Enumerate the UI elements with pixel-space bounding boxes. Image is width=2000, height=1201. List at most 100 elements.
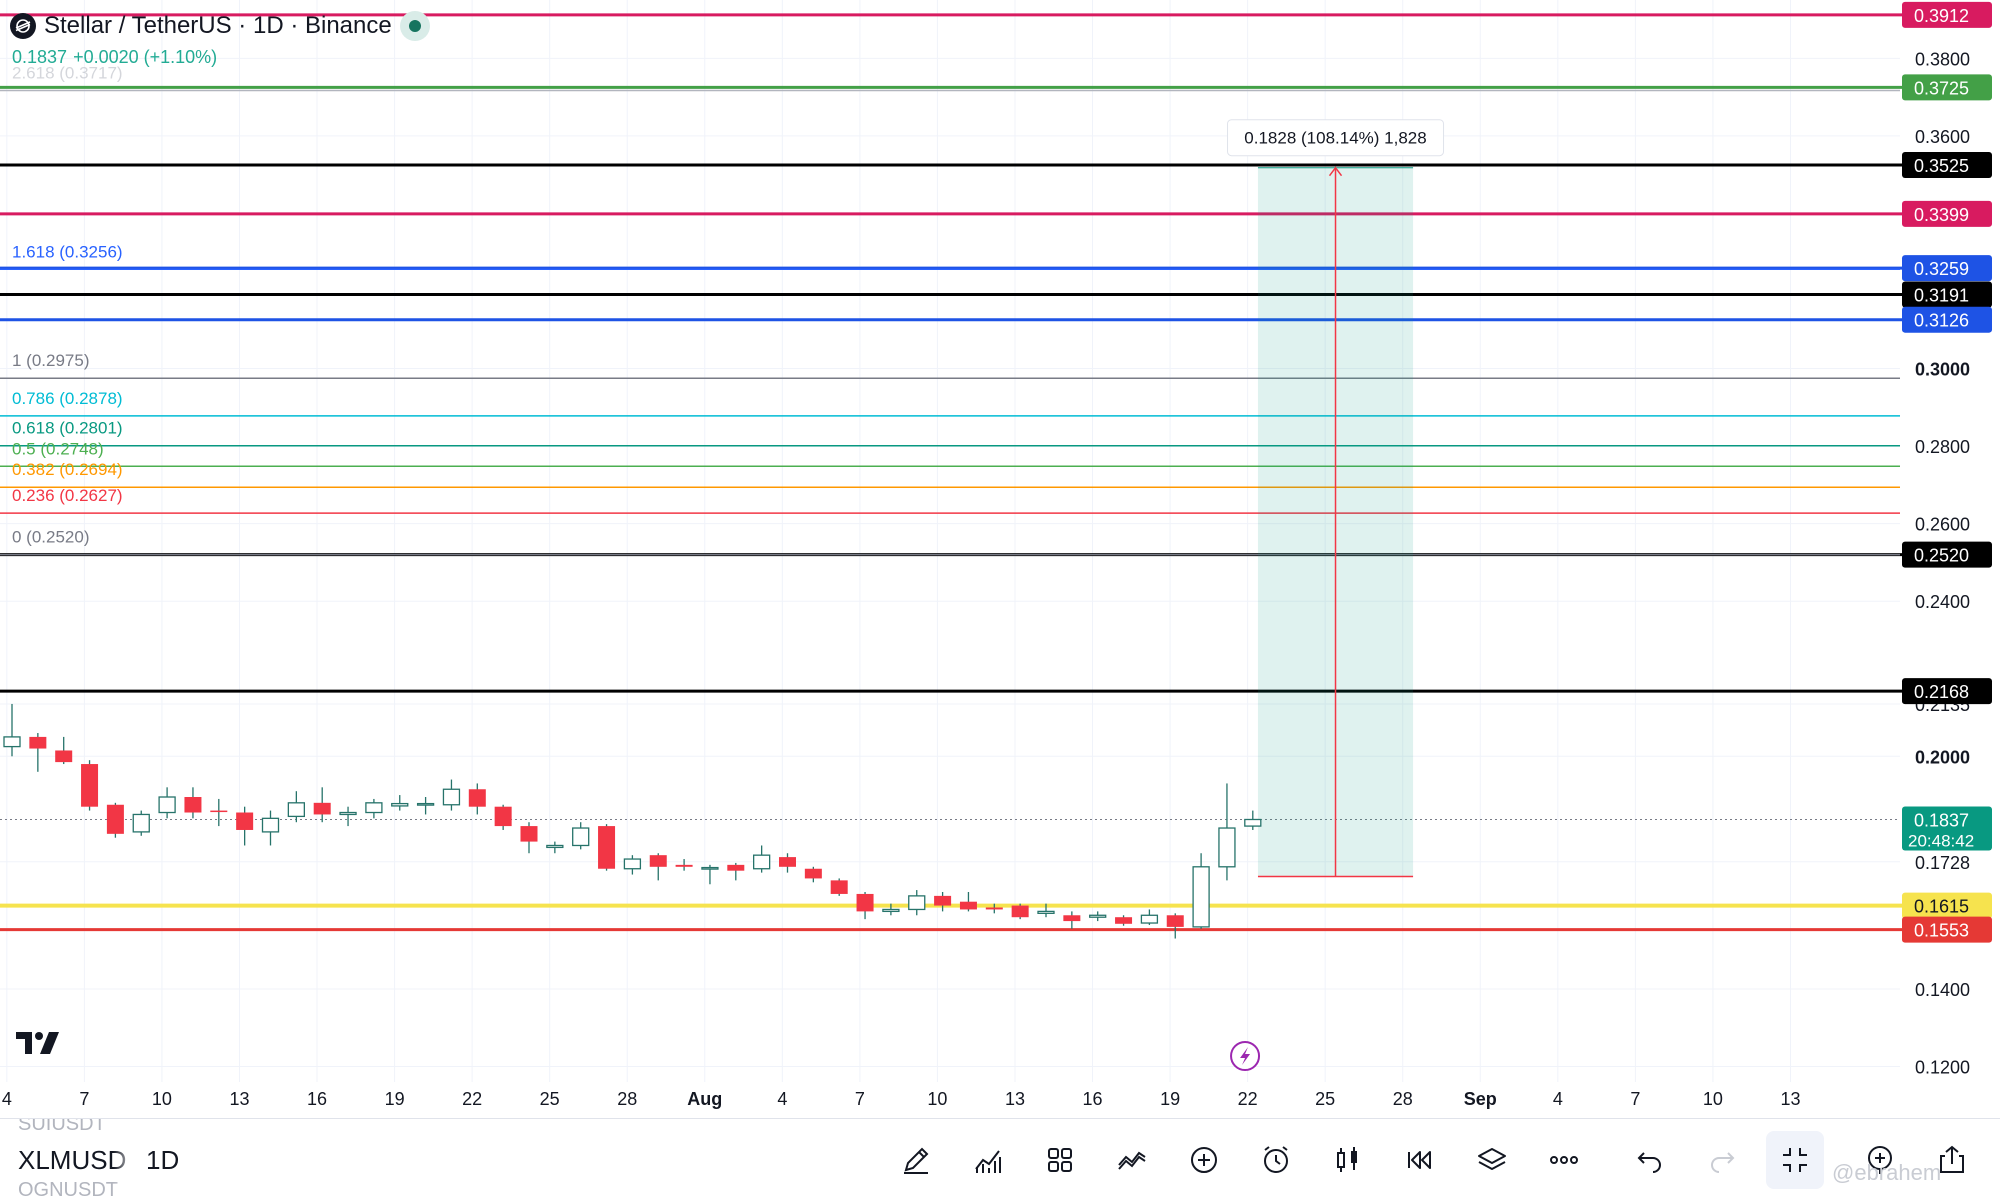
time-tick-label[interactable]: 4 xyxy=(777,1089,787,1109)
time-axis[interactable]: 4 7 10 13 16 19 22 25 28 Aug 4 7 10 13 16 19 22 25 28 Sep 4 7… xyxy=(2,1089,1801,1109)
candle-body xyxy=(29,736,47,749)
candle-body xyxy=(391,802,409,807)
time-tick-label[interactable]: 28 xyxy=(617,1089,637,1109)
candle-body xyxy=(1218,827,1236,868)
price-tick-label[interactable]: 0.1200 xyxy=(1915,1057,1970,1077)
time-tick-label[interactable]: 10 xyxy=(1703,1089,1723,1109)
time-tick-label[interactable]: 16 xyxy=(307,1089,327,1109)
candle-body xyxy=(313,802,331,815)
grid xyxy=(0,0,1900,1082)
price-tick-label[interactable]: 0.2800 xyxy=(1915,437,1970,457)
candle-down xyxy=(727,862,745,881)
time-tick-label[interactable]: 7 xyxy=(79,1089,89,1109)
symbol-previous[interactable]: SUIUSDT xyxy=(18,1119,106,1136)
level-price-label: 0.2520 xyxy=(1914,546,1969,566)
symbol-next[interactable]: OGNUSDT xyxy=(18,1179,118,1201)
candle-body xyxy=(959,901,977,910)
candle-down xyxy=(934,892,952,912)
price-tick-label[interactable]: 0.2600 xyxy=(1915,515,1970,535)
time-tick-label[interactable]: 13 xyxy=(1005,1089,1025,1109)
stellar-logo-icon xyxy=(10,13,36,39)
alert-icon[interactable] xyxy=(1254,1138,1298,1182)
more-icon[interactable] xyxy=(1542,1138,1586,1182)
last-price: 0.1837 xyxy=(12,47,68,67)
time-tick-label[interactable]: 7 xyxy=(855,1089,865,1109)
candle-body xyxy=(572,827,590,847)
price-axis[interactable]: 0.12000.14000.17280.20000.21350.24000.26… xyxy=(1902,1,1992,1078)
time-tick-label[interactable]: 10 xyxy=(927,1089,947,1109)
time-tick-label[interactable]: 22 xyxy=(1238,1089,1258,1109)
candle-up xyxy=(572,822,590,850)
candle-up xyxy=(1140,909,1159,925)
level-price-label: 0.3191 xyxy=(1914,285,1969,305)
candle-body xyxy=(442,788,461,806)
add-icon[interactable] xyxy=(1182,1138,1226,1182)
price-tick-label[interactable]: 0.1400 xyxy=(1915,980,1970,1000)
candle-up xyxy=(753,845,771,873)
candle-body xyxy=(727,864,745,871)
price-range-measure[interactable]: 0.1828 (108.14%) 1,828 xyxy=(1227,119,1445,878)
candle-body xyxy=(675,864,693,867)
price-chart[interactable]: 2.618 (0.3717)1.618 (0.3256)1 (0.2975)0.… xyxy=(0,0,2000,1118)
draw-icon[interactable] xyxy=(894,1138,938,1182)
time-tick-label[interactable]: 4 xyxy=(1553,1089,1563,1109)
fullscreen-exit-icon[interactable] xyxy=(1766,1131,1824,1189)
candle-body xyxy=(468,789,486,807)
fibonacci-levels: 2.618 (0.3717)1.618 (0.3256)1 (0.2975)0.… xyxy=(0,64,1900,556)
candle-down xyxy=(210,798,228,827)
symbol-current[interactable]: XLMUSD xyxy=(18,1145,126,1176)
chart-type-icon[interactable] xyxy=(1326,1138,1370,1182)
time-tick-label[interactable]: Aug xyxy=(687,1089,722,1109)
candle-down xyxy=(520,822,538,854)
candle-up xyxy=(287,791,306,823)
time-tick-label[interactable]: 10 xyxy=(152,1089,172,1109)
tradingview-logo-icon[interactable] xyxy=(16,1030,64,1061)
candle-body xyxy=(1115,917,1133,924)
candle-body xyxy=(753,854,771,870)
fib-level-label: 1.618 (0.3256) xyxy=(12,242,123,261)
level-price-label: 0.3912 xyxy=(1914,6,1969,26)
time-tick-label[interactable]: 19 xyxy=(385,1089,405,1109)
level-price-label: 0.3259 xyxy=(1914,259,1969,279)
time-tick-label[interactable]: 19 xyxy=(1160,1089,1180,1109)
price-tick-label[interactable]: 0.3800 xyxy=(1915,49,1970,69)
undo-icon[interactable] xyxy=(1628,1138,1672,1182)
fib-level-label: 0.236 (0.2627) xyxy=(12,486,123,505)
candle-down xyxy=(184,787,202,819)
candle-body xyxy=(1244,818,1262,827)
level-price-label: 0.3725 xyxy=(1914,78,1969,98)
replay-icon[interactable] xyxy=(1398,1138,1442,1182)
time-tick-label[interactable]: 13 xyxy=(229,1089,249,1109)
time-tick-label[interactable]: Sep xyxy=(1464,1089,1497,1109)
price-tick-label[interactable]: 0.2400 xyxy=(1915,592,1970,612)
time-tick-label[interactable]: 25 xyxy=(1315,1089,1335,1109)
time-tick-label[interactable]: 7 xyxy=(1630,1089,1640,1109)
price-tick-label[interactable]: 0.3600 xyxy=(1915,127,1970,147)
chart-header: Stellar / TetherUS · 1D · Binance xyxy=(10,10,430,42)
compare-icon[interactable] xyxy=(1110,1138,1154,1182)
time-tick-label[interactable]: 25 xyxy=(540,1089,560,1109)
redo-icon[interactable] xyxy=(1700,1138,1744,1182)
price-tick-label[interactable]: 0.2000 xyxy=(1915,747,1970,767)
candle-body xyxy=(287,802,306,818)
price-tick-label[interactable]: 0.1728 xyxy=(1915,853,1970,873)
time-tick-label[interactable]: 4 xyxy=(2,1089,12,1109)
candle-body xyxy=(210,810,228,813)
candle-down xyxy=(830,878,848,896)
symbol-title[interactable]: Stellar / TetherUS · 1D · Binance xyxy=(44,12,392,40)
lightning-icon[interactable] xyxy=(1230,1041,1261,1071)
candle-body xyxy=(546,844,564,849)
interval-button[interactable]: 1D xyxy=(146,1145,179,1176)
price-tick-label[interactable]: 0.3000 xyxy=(1915,360,1970,380)
layouts-icon[interactable] xyxy=(1038,1138,1082,1182)
candle-body xyxy=(3,736,21,748)
time-tick-label[interactable]: 13 xyxy=(1780,1089,1800,1109)
candle-body xyxy=(934,895,952,906)
level-price-label: 0.3525 xyxy=(1914,156,1969,176)
time-tick-label[interactable]: 28 xyxy=(1393,1089,1413,1109)
indicators-icon[interactable] xyxy=(966,1138,1010,1182)
time-tick-label[interactable]: 22 xyxy=(462,1089,482,1109)
time-tick-label[interactable]: 16 xyxy=(1083,1089,1103,1109)
layers-icon[interactable] xyxy=(1470,1138,1514,1182)
symbol-switcher[interactable]: SUIUSDT XLMUSD OGNUSDT xyxy=(18,1119,128,1201)
